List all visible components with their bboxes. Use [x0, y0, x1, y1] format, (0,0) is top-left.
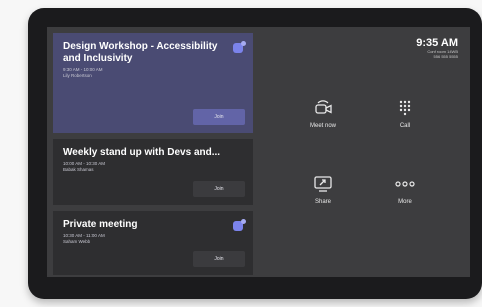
call-label: Call: [399, 123, 411, 129]
meet-now-button[interactable]: Meet now: [291, 99, 355, 149]
current-time: 9:35 AM: [416, 37, 458, 49]
meeting-organizer: Saham Webb: [63, 239, 91, 244]
share-label: Share: [314, 199, 331, 205]
join-button[interactable]: Join: [193, 181, 245, 197]
more-button[interactable]: More: [373, 175, 437, 225]
meeting-title: Weekly stand up with Devs and...: [63, 147, 221, 158]
more-dots-icon: [395, 181, 415, 187]
meeting-title: Private meeting: [63, 219, 138, 230]
dialpad-icon: [399, 100, 411, 116]
meeting-title: Design Workshop - Accessibility and Incl…: [63, 41, 218, 64]
meeting-card-current[interactable]: Design Workshop - Accessibility and Incl…: [53, 33, 253, 133]
call-button[interactable]: Call: [373, 99, 437, 149]
room-number: 556 555 5555: [433, 54, 458, 59]
teams-icon: [233, 41, 246, 53]
video-camera-icon: [315, 100, 332, 114]
meeting-card[interactable]: Private meeting 10:30 AM - 11:00 AM Saha…: [53, 211, 253, 275]
meet-now-label: Meet now: [309, 123, 336, 129]
more-label: More: [398, 199, 412, 205]
join-button[interactable]: Join: [193, 109, 245, 125]
share-button[interactable]: Share: [291, 175, 355, 225]
meeting-list: Design Workshop - Accessibility and Incl…: [47, 27, 257, 277]
teams-icon: [233, 219, 246, 231]
meeting-organizer: Babak Shamas: [63, 167, 94, 172]
clock-panel: 9:35 AM Conf room 14WB 556 555 5555: [416, 37, 458, 59]
meeting-card[interactable]: Weekly stand up with Devs and... 10:00 A…: [53, 139, 253, 205]
meeting-organizer: Lily Robertson: [63, 73, 92, 78]
room-display-screen: Design Workshop - Accessibility and Incl…: [47, 27, 470, 277]
join-button[interactable]: Join: [193, 251, 245, 267]
share-screen-icon: [314, 176, 332, 192]
